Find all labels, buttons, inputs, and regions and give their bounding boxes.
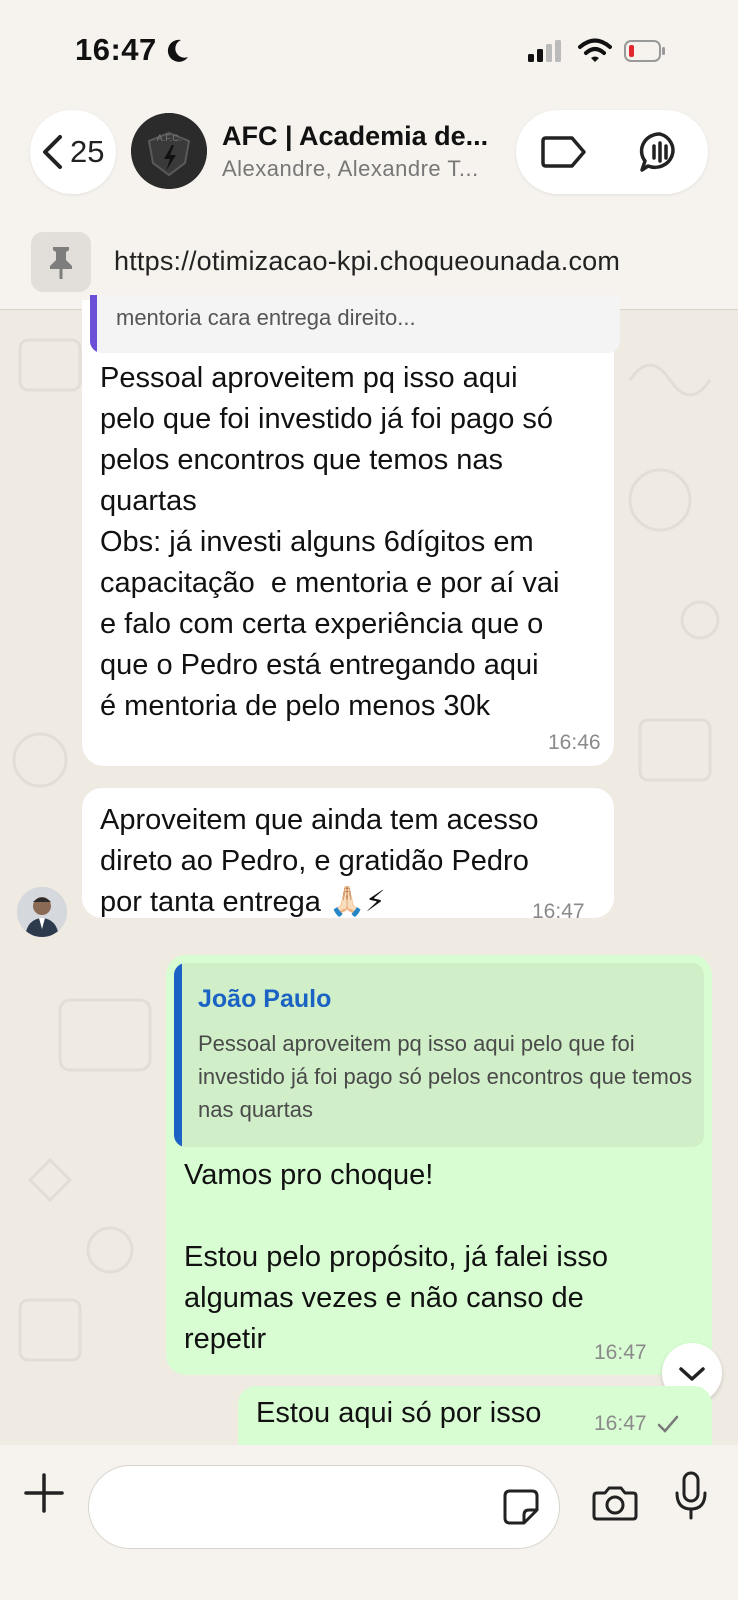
- back-chevron-icon: [43, 135, 62, 169]
- quote-author: João Paulo: [198, 985, 332, 1013]
- wifi-icon: [578, 38, 612, 62]
- moon-icon: [167, 39, 188, 62]
- sticker-icon[interactable]: [502, 1488, 540, 1526]
- back-button[interactable]: 25: [30, 110, 116, 194]
- quoted-text: Pessoal aproveitem pq isso aqui pelo que…: [198, 1031, 693, 1122]
- quoted-message[interactable]: João Paulo Pessoal aproveitem pq isso aq…: [174, 963, 704, 1147]
- group-members[interactable]: Alexandre, Alexandre T...: [222, 156, 484, 182]
- pinned-link[interactable]: https://otimizacao-kpi.choqueounada.com: [114, 246, 620, 277]
- quoted-text: mentoria cara entrega direito...: [116, 305, 416, 330]
- message-time: 16:46: [548, 731, 601, 754]
- microphone-icon[interactable]: [674, 1471, 708, 1521]
- pinned-message-button[interactable]: [31, 232, 91, 292]
- message-time: 16:47: [594, 1412, 647, 1435]
- message-composer: [0, 1445, 738, 1600]
- cellular-signal-icon: [528, 40, 561, 62]
- group-call-icon[interactable]: [638, 130, 682, 174]
- message-time: 16:47: [594, 1341, 647, 1364]
- unread-count: 25: [70, 134, 105, 169]
- status-bar: 16:47: [0, 0, 738, 100]
- battery-low-icon: [624, 40, 665, 62]
- message-text: Pessoal aproveitem pq isso aqui pelo que…: [100, 362, 560, 722]
- group-logo-text: A.F.C.: [157, 133, 182, 143]
- avatar[interactable]: [17, 887, 67, 937]
- pin-icon: [50, 247, 72, 279]
- quoted-message-preview[interactable]: mentoria cara entrega direito...: [90, 295, 620, 353]
- group-name[interactable]: AFC | Academia de...: [222, 121, 492, 152]
- plus-icon[interactable]: [24, 1473, 64, 1513]
- message-time: 16:47: [532, 900, 585, 923]
- message-input[interactable]: [88, 1465, 560, 1549]
- message-text: Estou aqui só por isso: [256, 1397, 542, 1429]
- group-avatar[interactable]: A.F.C.: [131, 113, 207, 189]
- group-logo: A.F.C.: [131, 113, 207, 189]
- quote-accent-bar: [174, 963, 182, 1147]
- header-actions: [516, 110, 708, 194]
- label-icon[interactable]: [540, 134, 588, 170]
- message-text: Vamos pro choque! Estou pelo propósito, …: [184, 1159, 608, 1355]
- status-time: 16:47: [75, 32, 157, 67]
- camera-icon[interactable]: [592, 1485, 638, 1521]
- sender-photo: [17, 887, 67, 937]
- quote-accent-bar: [90, 295, 97, 353]
- read-check-icon: [657, 1415, 679, 1433]
